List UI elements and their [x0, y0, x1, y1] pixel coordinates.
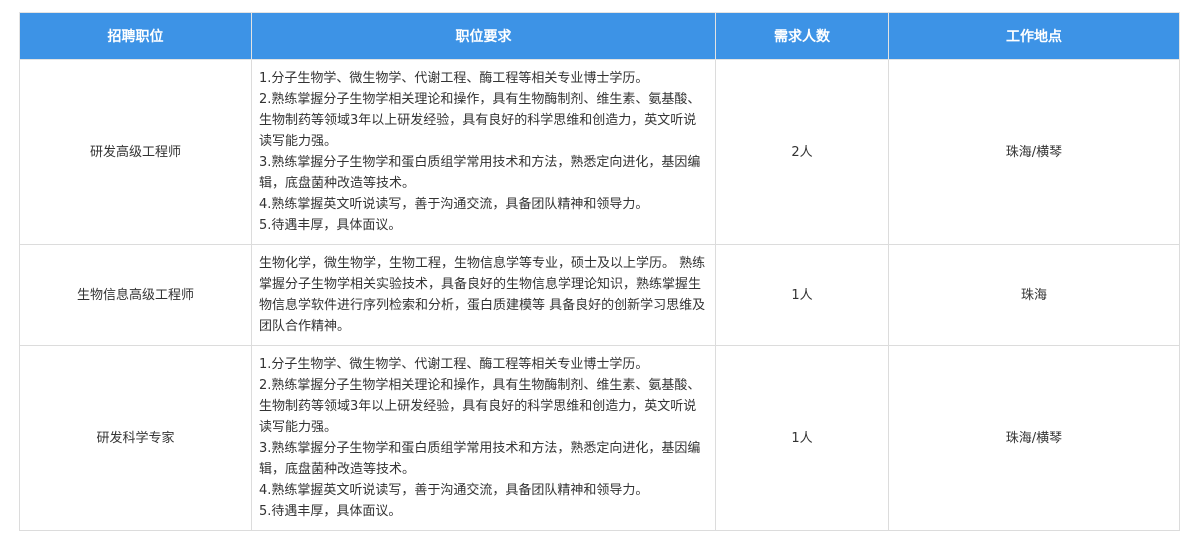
requirement-line: 3.熟练掌握分子生物学和蛋白质组学常用技术和方法，熟悉定向进化，基因编辑，底盘菌…: [259, 155, 701, 191]
requirement-line: 3.熟练掌握分子生物学和蛋白质组学常用技术和方法，熟悉定向进化，基因编辑，底盘菌…: [259, 441, 701, 477]
requirement-line: 1.分子生物学、微生物学、代谢工程、酶工程等相关专业博士学历。: [259, 71, 649, 86]
cell-requirements: 生物化学，微生物学，生物工程，生物信息学等专业，硕士及以上学历。 熟练掌握分子生…: [251, 244, 716, 346]
cell-count: 1人: [715, 345, 889, 531]
requirement-line: 4.熟练掌握英文听说读写，善于沟通交流，具备团队精神和领导力。: [259, 483, 649, 498]
requirement-line: 1.分子生物学、微生物学、代谢工程、酶工程等相关专业博士学历。: [259, 357, 649, 372]
header-location: 工作地点: [888, 12, 1180, 60]
requirement-line: 5.待遇丰厚，具体面议。: [259, 218, 402, 233]
table-row: 研发高级工程师 1.分子生物学、微生物学、代谢工程、酶工程等相关专业博士学历。 …: [19, 59, 1180, 245]
requirement-line: 生物化学，微生物学，生物工程，生物信息学等专业，硕士及以上学历。 熟练掌握分子生…: [259, 256, 706, 334]
cell-requirements: 1.分子生物学、微生物学、代谢工程、酶工程等相关专业博士学历。 2.熟练掌握分子…: [251, 59, 716, 245]
header-requirements: 职位要求: [251, 12, 716, 60]
requirement-line: 2.熟练掌握分子生物学相关理论和操作，具有生物酶制剂、维生素、氨基酸、生物制药等…: [259, 92, 701, 149]
requirement-line: 5.待遇丰厚，具体面议。: [259, 504, 402, 519]
requirement-line: 2.熟练掌握分子生物学相关理论和操作，具有生物酶制剂、维生素、氨基酸、生物制药等…: [259, 378, 701, 435]
job-listing-panel: 招聘职位 职位要求 需求人数 工作地点 研发高级工程师 1.分子生物学、微生物学…: [19, 12, 1180, 531]
cell-count: 2人: [715, 59, 889, 245]
header-position: 招聘职位: [19, 12, 252, 60]
cell-position: 研发高级工程师: [19, 59, 252, 245]
cell-position: 研发科学专家: [19, 345, 252, 531]
table-header-row: 招聘职位 职位要求 需求人数 工作地点: [19, 12, 1180, 60]
cell-location: 珠海/横琴: [888, 59, 1180, 245]
cell-count: 1人: [715, 244, 889, 346]
requirement-line: 4.熟练掌握英文听说读写，善于沟通交流，具备团队精神和领导力。: [259, 197, 649, 212]
cell-requirements: 1.分子生物学、微生物学、代谢工程、酶工程等相关专业博士学历。 2.熟练掌握分子…: [251, 345, 716, 531]
cell-location: 珠海: [888, 244, 1180, 346]
header-count: 需求人数: [715, 12, 889, 60]
table-row: 研发科学专家 1.分子生物学、微生物学、代谢工程、酶工程等相关专业博士学历。 2…: [19, 345, 1180, 531]
cell-position: 生物信息高级工程师: [19, 244, 252, 346]
job-table: 招聘职位 职位要求 需求人数 工作地点 研发高级工程师 1.分子生物学、微生物学…: [19, 12, 1180, 531]
table-row: 生物信息高级工程师 生物化学，微生物学，生物工程，生物信息学等专业，硕士及以上学…: [19, 244, 1180, 346]
cell-location: 珠海/横琴: [888, 345, 1180, 531]
